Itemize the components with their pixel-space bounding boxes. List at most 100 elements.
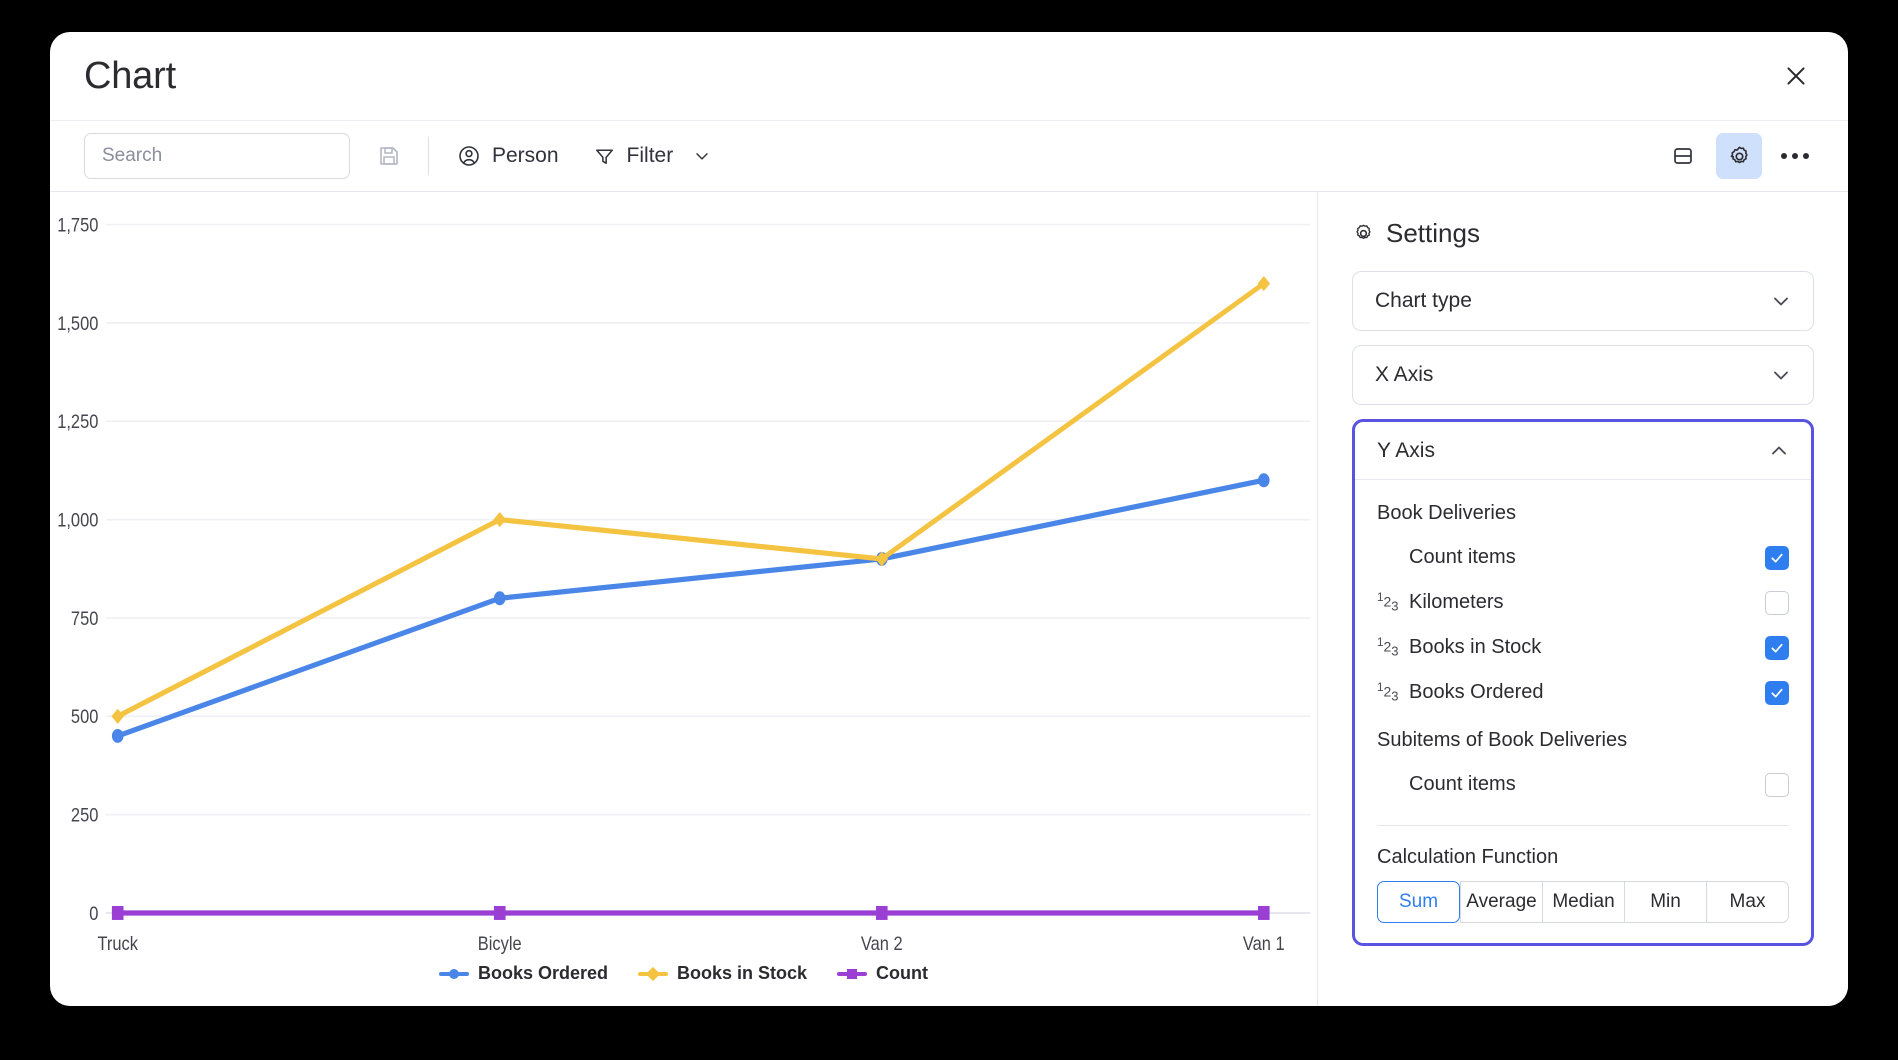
more-options-button[interactable] <box>1772 133 1818 179</box>
series-point[interactable] <box>111 708 124 724</box>
series-point[interactable] <box>111 728 124 743</box>
option-checkbox[interactable] <box>1765 635 1789 660</box>
close-icon <box>1787 67 1805 85</box>
accordion-chart-type-header[interactable]: Chart type <box>1353 272 1813 330</box>
y-axis-option-row[interactable]: 123 Books Ordered <box>1377 670 1789 715</box>
y-axis-tick-label: 750 <box>71 608 98 630</box>
person-icon <box>459 146 479 166</box>
y-axis-tick-label: 1,750 <box>57 214 98 236</box>
legend-marker-icon <box>638 966 669 981</box>
y-axis-tick-label: 1,000 <box>57 509 98 531</box>
chart-series-group <box>111 276 1271 920</box>
chevron-down-icon <box>1774 371 1788 380</box>
series-point[interactable] <box>493 591 506 606</box>
series-line[interactable] <box>115 477 1266 739</box>
option-left: Count items <box>1377 773 1516 796</box>
calculation-function-title: Calculation Function <box>1377 846 1559 868</box>
x-axis-tick-label: Van 1 <box>1243 933 1285 955</box>
legend-item[interactable]: Books in Stock <box>638 963 807 984</box>
calculation-function-segmented-control: Sum Average Median Min Max <box>1377 881 1789 923</box>
legend-item[interactable]: Books Ordered <box>438 963 609 984</box>
close-button[interactable] <box>1774 54 1818 98</box>
chart-x-axis-labels: Truck Bicyle Van 2 Van 1 <box>97 933 1284 955</box>
checkmark-icon <box>1771 553 1783 563</box>
legend-label: Count <box>876 963 929 983</box>
numbers-column-icon: 123 <box>1377 636 1399 659</box>
series-point[interactable] <box>1258 905 1270 920</box>
legend-label: Books in Stock <box>677 963 808 983</box>
option-left: 123 Books in Stock <box>1377 636 1541 659</box>
chart-toolbar: Person Filter <box>50 120 1848 192</box>
option-label: Count items <box>1409 546 1516 568</box>
y-axis-tick-label: 1,500 <box>57 312 98 334</box>
option-checkbox[interactable] <box>1765 545 1789 570</box>
settings-title: Settings <box>1386 218 1480 248</box>
filter-button[interactable]: Filter <box>583 134 723 178</box>
chevron-down-icon <box>1774 297 1788 306</box>
accordion-x-axis: X Axis <box>1352 345 1814 405</box>
series-point[interactable] <box>493 512 507 528</box>
accordion-x-axis-label: X Axis <box>1375 363 1434 386</box>
search-input[interactable] <box>102 145 347 167</box>
settings-button[interactable] <box>1716 133 1762 179</box>
checkmark-icon <box>1771 643 1783 653</box>
option-label: Books in Stock <box>1409 636 1542 658</box>
y-axis-option-row[interactable]: Count items <box>1377 535 1789 580</box>
filter-icon <box>595 149 613 164</box>
x-axis-tick-label: Van 2 <box>861 933 903 955</box>
more-options-icon <box>1781 153 1809 159</box>
settings-header: Settings <box>1352 218 1814 249</box>
split-view-button[interactable] <box>1660 133 1706 179</box>
series-point[interactable] <box>111 905 124 920</box>
series-point[interactable] <box>1258 473 1270 488</box>
option-checkbox[interactable] <box>1765 590 1789 615</box>
person-filter-button[interactable]: Person <box>447 134 569 178</box>
screen-root: Chart Search Person Filter 0 250 500 750… <box>0 0 1898 1060</box>
person-filter-label: Person <box>492 144 559 167</box>
chevron-down-icon <box>696 153 708 160</box>
option-group-title: Subitems of Book Deliveries <box>1377 729 1628 751</box>
calc-option-average[interactable]: Average <box>1460 881 1542 923</box>
page-title: Chart <box>84 54 176 97</box>
series-point[interactable] <box>875 905 888 920</box>
chart-gridlines <box>106 223 1311 914</box>
calc-option-max[interactable]: Max <box>1706 881 1789 923</box>
calc-option-min[interactable]: Min <box>1624 881 1706 923</box>
legend-label: Books Ordered <box>477 963 609 983</box>
filter-label: Filter <box>626 144 674 167</box>
y-axis-tick-label: 250 <box>71 804 98 826</box>
legend-marker-icon <box>438 967 469 981</box>
y-axis-tick-label: 1,250 <box>57 411 98 433</box>
option-checkbox[interactable] <box>1765 772 1789 797</box>
y-axis-tick-label: 0 <box>89 903 98 925</box>
floppy-disk-icon <box>380 147 398 165</box>
legend-item[interactable]: Count <box>837 963 928 984</box>
settings-divider <box>1377 825 1789 826</box>
y-axis-option-row[interactable]: 123 Kilometers <box>1377 580 1789 625</box>
series-point[interactable] <box>493 905 506 920</box>
legend-marker-icon <box>837 967 868 981</box>
window-titlebar: Chart <box>50 32 1848 120</box>
option-left: 123 Books Ordered <box>1377 681 1544 704</box>
line-chart[interactable]: 0 250 500 750 1,000 1,250 1,500 1,750 Truck Bicy… <box>50 192 1317 1006</box>
window-body: 0 250 500 750 1,000 1,250 1,500 1,750 Truck Bicy… <box>50 192 1848 1006</box>
option-label: Count items <box>1409 773 1516 795</box>
search-box[interactable] <box>84 133 350 179</box>
calc-option-sum[interactable]: Sum <box>1377 881 1460 923</box>
accordion-chart-type-label: Chart type <box>1375 289 1472 312</box>
chart-pane: 0 250 500 750 1,000 1,250 1,500 1,750 Truck Bicy… <box>50 192 1318 1006</box>
x-axis-tick-label: Truck <box>97 933 138 955</box>
accordion-x-axis-header[interactable]: X Axis <box>1353 346 1813 404</box>
y-axis-option-row[interactable]: 123 Books in Stock <box>1377 625 1789 670</box>
calc-option-median[interactable]: Median <box>1542 881 1624 923</box>
accordion-chart-type: Chart type <box>1352 271 1814 331</box>
series-line[interactable] <box>115 280 1266 719</box>
settings-panel: Settings Chart type X Axis Y Axis Book D… <box>1318 192 1848 1006</box>
chevron-up-icon <box>1772 446 1786 454</box>
y-axis-option-row[interactable]: Count items <box>1377 762 1789 807</box>
toolbar-right-actions <box>1660 133 1818 179</box>
split-view-icon <box>1674 148 1692 164</box>
option-checkbox[interactable] <box>1765 680 1789 705</box>
save-view-button[interactable] <box>368 135 410 177</box>
accordion-y-axis-header[interactable]: Y Axis <box>1355 422 1811 480</box>
